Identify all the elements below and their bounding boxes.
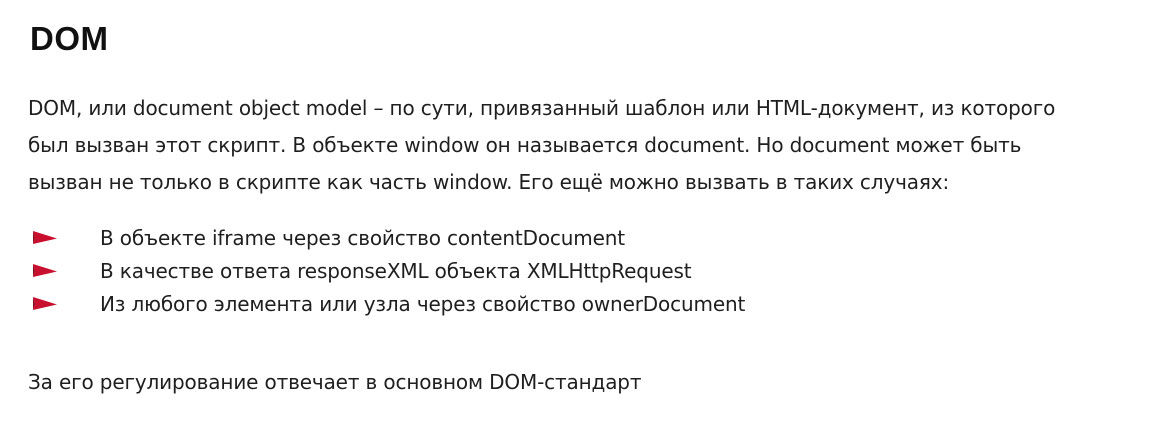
- intro-line: DOM, или document object model – по сути…: [28, 96, 1056, 120]
- intro-paragraph: DOM, или document object model – по сути…: [28, 90, 1158, 201]
- list-item: Из любого элемента или узла через свойст…: [0, 288, 1164, 321]
- red-flag-icon: [33, 297, 57, 310]
- bullet-text: В объекте iframe через свойство contentD…: [100, 226, 625, 250]
- red-flag-icon: [33, 264, 57, 277]
- bullet-text: Из любого элемента или узла через свойст…: [100, 292, 746, 316]
- footer-text: За его регулирование отвечает в основном…: [28, 370, 642, 394]
- list-item: В объекте iframe через свойство contentD…: [0, 222, 1164, 255]
- list-item: В качестве ответа responseXML объекта XM…: [0, 255, 1164, 288]
- page-title: DOM: [30, 20, 109, 57]
- red-flag-icon: [33, 231, 57, 244]
- slide: DOM DOM, или document object model – по …: [0, 0, 1164, 422]
- bullet-list: В объекте iframe через свойство contentD…: [0, 222, 1164, 321]
- intro-line: вызван не только в скрипте как часть win…: [28, 170, 950, 194]
- bullet-text: В качестве ответа responseXML объекта XM…: [100, 259, 692, 283]
- intro-line: был вызван этот скрипт. В объекте window…: [28, 133, 1022, 157]
